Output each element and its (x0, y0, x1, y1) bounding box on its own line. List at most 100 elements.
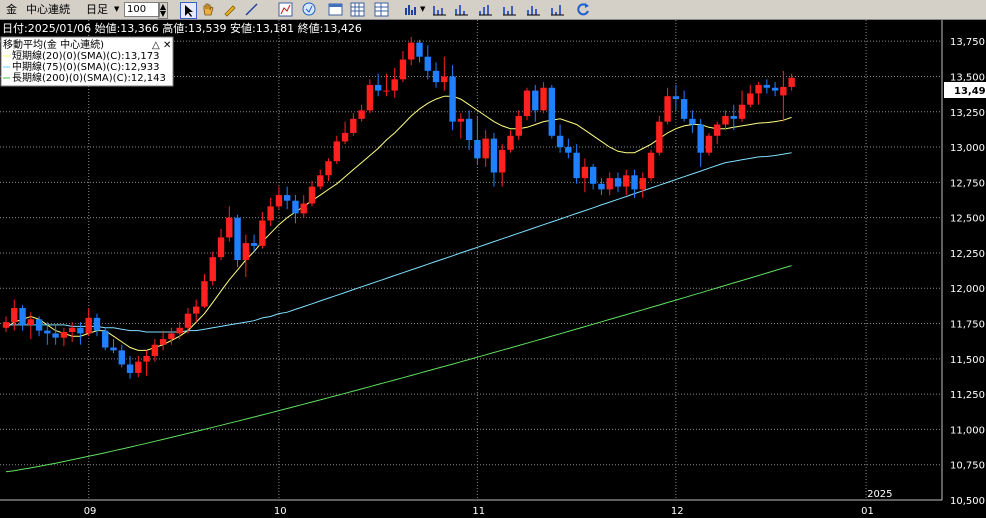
candle-body (2, 322, 10, 328)
candle-body (573, 152, 580, 179)
indicator-icon-5[interactable] (526, 2, 541, 17)
chart[interactable]: 13,750 13,500 13,250 13,000 12,750 12,500 12,2… (0, 20, 986, 518)
candle-body (771, 87, 779, 91)
indicator-icon-1[interactable] (432, 2, 447, 17)
candle-body (556, 135, 564, 148)
pencil-icon[interactable] (222, 2, 237, 17)
candle-body (292, 200, 299, 214)
candle-body (532, 90, 539, 111)
table-icon[interactable] (374, 2, 389, 17)
candle-body (565, 147, 572, 153)
y-tick-label: 11,250 (950, 390, 985, 401)
x-tick-label: 09 (84, 506, 97, 517)
period-select[interactable]: 日足 (86, 2, 108, 17)
candle-body (201, 281, 208, 307)
y-tick-label: 13,000 (950, 143, 985, 154)
candle-body (598, 183, 605, 190)
candle-body (283, 195, 291, 201)
toolbar: 金 中心連続 日足 ▼ 100 ▲ ▼ ▼ (0, 0, 986, 20)
x-tick-label: 10 (274, 506, 287, 517)
candle-body (325, 161, 332, 176)
legend-close-icon[interactable]: ✕ (163, 40, 171, 51)
candle-body (383, 90, 390, 92)
candle (102, 327, 109, 351)
candle-body (697, 124, 704, 153)
current-price-label: 13,491 (954, 86, 986, 97)
candle-body (143, 356, 150, 362)
count-input[interactable]: 100 (124, 2, 160, 17)
candle-body (11, 308, 18, 323)
candle-body (391, 79, 398, 91)
candle-body (747, 93, 754, 105)
symbol-select[interactable]: 金 (6, 2, 17, 17)
candle (647, 149, 655, 181)
candle-body (159, 339, 167, 345)
candle-body (135, 361, 142, 373)
x-tick-label: 01 (861, 506, 874, 517)
candle-body (226, 217, 233, 238)
candle-body (432, 70, 440, 83)
legend-mid-ma: 中期線(75)(0)(SMA)(C):12,933 (12, 60, 159, 73)
candle-body (499, 149, 506, 173)
y-tick-label: 11,500 (950, 355, 985, 366)
candle-body (350, 118, 357, 133)
candle-body (209, 257, 216, 282)
candle-body (300, 203, 307, 214)
candle-body (722, 116, 729, 125)
candle-body (631, 175, 638, 190)
candle-body (102, 330, 109, 348)
cursor-icon[interactable] (180, 2, 197, 19)
candle-body (523, 90, 531, 116)
indicator-icon-6[interactable] (550, 2, 565, 17)
current-price-tag: 13,491 (944, 82, 986, 98)
candle-body (714, 124, 721, 136)
candle-body (589, 166, 597, 184)
legend-title: 移動平均(金 中心連続) (3, 38, 104, 51)
candle-body (60, 332, 68, 338)
y-tick-label: 11,000 (950, 425, 985, 436)
candle (656, 116, 663, 156)
candle-body (19, 308, 26, 325)
candle-body (193, 306, 200, 314)
candle-body (507, 135, 514, 150)
line-tool-icon[interactable] (244, 2, 259, 17)
y-tick-label: 11,750 (950, 320, 985, 331)
candle-body (730, 116, 737, 119)
zoom-icon[interactable] (302, 2, 317, 17)
window-icon[interactable] (328, 2, 343, 17)
bar-chart-dropdown-icon[interactable]: ▼ (420, 2, 425, 17)
candle-body (763, 84, 771, 88)
candle-body (110, 347, 117, 351)
candle-body (333, 141, 340, 162)
hand-icon[interactable] (200, 2, 215, 17)
candle-body (68, 327, 76, 332)
grid-icon[interactable] (350, 2, 365, 17)
legend-box: 移動平均(金 中心連続) △ ✕ 短期線(20)(0)(SMA)(C):13,1… (0, 36, 174, 87)
candle-body (267, 206, 274, 221)
candle-body (234, 217, 241, 260)
candle-body (259, 220, 266, 246)
candle-body (441, 76, 448, 83)
contract-select[interactable]: 中心連続 (26, 2, 70, 17)
refresh-icon[interactable] (576, 2, 591, 17)
y-tick-label: 12,500 (950, 214, 985, 225)
count-stepper[interactable]: ▲ ▼ (158, 2, 168, 19)
candle (548, 84, 556, 139)
indicator-icon-4[interactable] (502, 2, 517, 17)
fib-icon[interactable] (278, 2, 293, 17)
candle-body (656, 121, 663, 153)
x-tick-label: 11 (472, 506, 485, 517)
indicator-icon-3[interactable] (478, 2, 493, 17)
legend-collapse-icon[interactable]: △ (152, 40, 160, 51)
legend-short-ma: 短期線(20)(0)(SMA)(C):13,173 (12, 49, 159, 62)
candle-body (548, 87, 556, 136)
candle-body (647, 152, 655, 179)
candle-body (482, 138, 489, 159)
candle-body (680, 99, 688, 119)
period-dropdown-icon[interactable]: ▼ (114, 2, 119, 17)
indicator-icon-2[interactable] (454, 2, 469, 17)
candle-body (242, 243, 250, 260)
candle-body (118, 350, 125, 365)
bar-chart-icon[interactable] (404, 2, 419, 17)
candle-body (168, 333, 175, 340)
